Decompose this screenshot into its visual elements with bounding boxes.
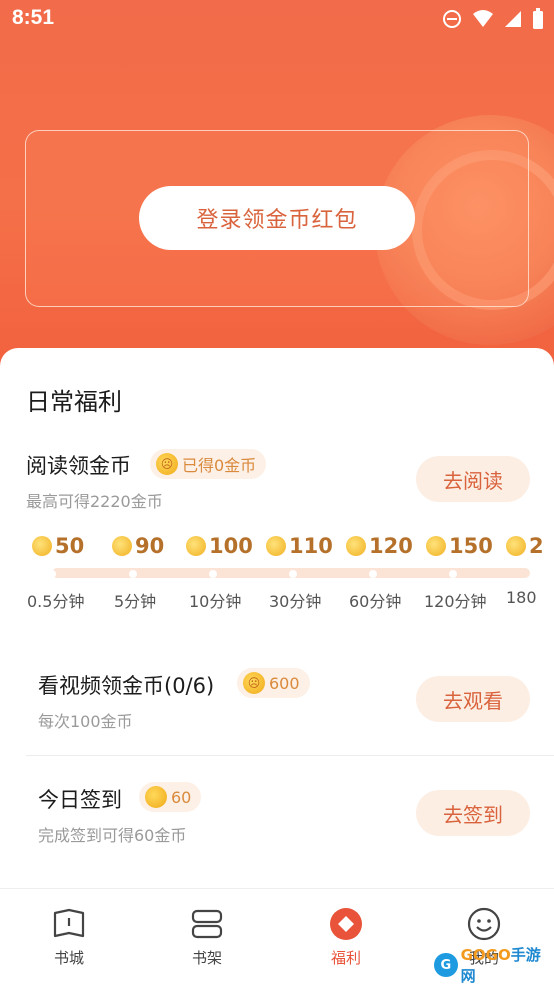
milestone-label: 5分钟 — [114, 592, 157, 611]
coin-face-icon: ☹ — [156, 453, 178, 475]
video-reward-label: 600 — [269, 673, 300, 693]
gogo-watermark: G GOGO手游网 — [434, 944, 554, 985]
milestone-label: 180 — [506, 588, 537, 607]
video-title: 看视频领金币(0/6) — [38, 674, 215, 698]
milestone-coins: 150 — [449, 534, 493, 558]
checkin-reward-label: 60 — [171, 787, 192, 807]
video-subtitle: 每次100金币 — [38, 712, 133, 731]
watermark-brand-a: GOGO — [460, 946, 511, 964]
coin-icon — [426, 536, 446, 556]
divider — [26, 755, 554, 756]
do-not-disturb-icon — [443, 10, 461, 28]
tab-label: 书城 — [53, 949, 84, 967]
milestone-label: 120分钟 — [424, 592, 487, 611]
coin-icon — [506, 536, 526, 556]
reading-earned-chip: ☹ 已得0金币 — [150, 449, 267, 479]
milestone-label: 60分钟 — [349, 592, 402, 611]
milestone-coins: 50 — [55, 534, 85, 558]
coin-icon — [186, 536, 206, 556]
milestone-dot — [129, 570, 137, 578]
status-bar: 8:51 — [0, 0, 554, 38]
milestone-coins: 90 — [135, 534, 165, 558]
milestone-label: 30分钟 — [269, 592, 322, 611]
watermark-text: GOGO手游网 — [461, 944, 554, 985]
book-icon — [53, 908, 85, 938]
welfare-icon — [330, 908, 362, 940]
milestone-coins: 110 — [289, 534, 333, 558]
go-watch-button[interactable]: 去观看 — [416, 676, 530, 722]
milestone-dot — [209, 570, 217, 578]
milestone-label: 10分钟 — [189, 592, 242, 611]
milestone-coins: 2 — [529, 534, 544, 558]
coin-icon — [32, 536, 52, 556]
wifi-icon — [473, 10, 493, 27]
login-coin-redpacket-button[interactable]: 登录领金币红包 — [139, 186, 415, 250]
milestone-coins: 120 — [369, 534, 413, 558]
signal-icon — [505, 11, 521, 27]
daily-welfare-title: 日常福利 — [26, 388, 122, 416]
smiley-icon — [467, 907, 501, 941]
milestone-label: 0.5分钟 — [27, 592, 85, 611]
reading-earned-label: 已得0金币 — [182, 456, 257, 475]
watermark-logo: G — [434, 953, 458, 977]
coin-icon — [145, 786, 167, 808]
bookshelf-icon — [191, 909, 223, 939]
reading-title: 阅读领金币 — [26, 454, 131, 478]
go-checkin-button[interactable]: 去签到 — [416, 790, 530, 836]
checkin-title: 今日签到 — [38, 788, 122, 812]
tab-bookstore[interactable]: 书城 — [0, 889, 138, 985]
coin-icon — [112, 536, 132, 556]
reading-milestones: 50 0.5分钟 90 5分钟 100 10分钟 110 30分钟 120 60… — [0, 530, 554, 620]
checkin-reward-chip: 60 — [139, 782, 202, 812]
tab-label: 福利 — [330, 949, 361, 967]
milestone-dot — [369, 570, 377, 578]
coin-face-icon: ☹ — [243, 672, 265, 694]
milestone-dot — [289, 570, 297, 578]
tab-bookshelf[interactable]: 书架 — [138, 889, 276, 985]
tab-welfare[interactable]: 福利 — [277, 889, 415, 985]
status-time: 8:51 — [12, 6, 55, 29]
hero-banner: 8:51 登录领金币红包 — [0, 0, 554, 370]
checkin-subtitle: 完成签到可得60金币 — [38, 826, 187, 845]
go-read-button[interactable]: 去阅读 — [416, 456, 530, 502]
reading-subtitle: 最高可得2220金币 — [26, 492, 163, 511]
video-reward-chip: ☹ 600 — [237, 668, 310, 698]
coin-icon — [266, 536, 286, 556]
coin-icon — [346, 536, 366, 556]
battery-icon — [533, 8, 543, 29]
milestone-coins: 100 — [209, 534, 253, 558]
status-icons — [442, 8, 544, 30]
tab-label: 书架 — [191, 949, 222, 967]
milestone-dot — [449, 570, 457, 578]
milestone-dot — [48, 570, 56, 578]
